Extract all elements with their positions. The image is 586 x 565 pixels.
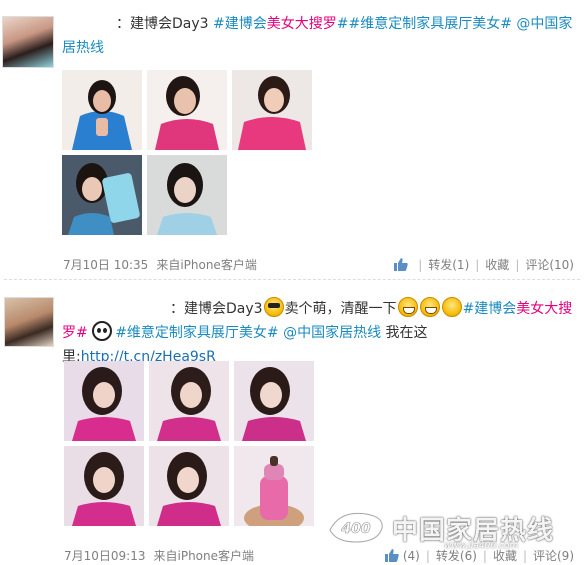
- photo-image: [64, 361, 144, 441]
- repost-button[interactable]: 转发(1): [428, 256, 469, 273]
- repost-button[interactable]: 转发(6): [436, 547, 477, 564]
- topic-tag-link[interactable]: #维意定制家具展厅美女#: [115, 325, 278, 341]
- post-text-intro: ：建博会Day3: [170, 301, 263, 317]
- action-separator: |: [515, 258, 520, 272]
- photo-thumbnail[interactable]: [62, 70, 142, 150]
- post-actions: (4) | 转发(6) | 收藏 | 评论(9): [384, 547, 574, 564]
- photo-image: [149, 361, 229, 441]
- photo-thumbnail[interactable]: [62, 155, 142, 235]
- favorite-button[interactable]: 收藏: [485, 256, 509, 273]
- panda-icon: [92, 321, 113, 341]
- photo-image: [62, 155, 142, 235]
- avatar[interactable]: [4, 297, 54, 347]
- post-date-link[interactable]: 7月10日09:13: [64, 549, 146, 563]
- photo-image: [149, 446, 229, 526]
- post-text: ：建博会Day3 #建博会美女大搜罗##维意定制家具展厅美女# @中国家居热线: [62, 12, 577, 60]
- post-text-body: 卖个萌，清醒一下: [284, 301, 397, 317]
- weibo-post-2: ：建博会Day3 卖个萌，清醒一下 #建博会美女大搜罗# #维意定制家具展厅美女# …: [0, 285, 586, 565]
- post-text-intro: ：建博会Day3: [116, 16, 214, 32]
- photo-image: [62, 70, 142, 150]
- action-separator: |: [418, 258, 423, 272]
- action-separator: |: [475, 258, 480, 272]
- photo-image: [147, 155, 227, 235]
- topic-tag-link[interactable]: #建博会: [213, 16, 267, 32]
- topic-tag-link[interactable]: #维意定制家具展厅美女#: [348, 16, 511, 32]
- photo-thumbnail[interactable]: [149, 361, 229, 441]
- weibo-post-1: ：建博会Day3 #建博会美女大搜罗##维意定制家具展厅美女# @中国家居热线 …: [0, 0, 586, 280]
- action-separator: |: [522, 549, 527, 563]
- photo-thumbnail[interactable]: [234, 361, 314, 441]
- mention-link[interactable]: @中国家居热线: [279, 325, 381, 341]
- smile-emoji-icon: [441, 297, 462, 317]
- action-separator: |: [482, 549, 487, 563]
- comment-button[interactable]: 评论(9): [533, 547, 574, 564]
- cool-emoji-icon: [263, 297, 284, 317]
- photo-image: [64, 446, 144, 526]
- post-date-link[interactable]: 7月10日 10:35: [63, 258, 148, 272]
- topic-tag-highlight[interactable]: 美女大搜罗: [267, 16, 337, 32]
- thumbs-up-icon[interactable]: [394, 258, 408, 271]
- action-separator: |: [425, 549, 430, 563]
- post-meta: 7月10日09:13 来自iPhone客户端: [64, 547, 254, 564]
- photo-image: [232, 70, 312, 150]
- photo-image: [234, 446, 314, 526]
- grin-emoji-icon: [397, 297, 418, 317]
- photo-thumbnail[interactable]: [149, 446, 229, 526]
- post-actions: | 转发(1) | 收藏 | 评论(10): [394, 256, 574, 273]
- favorite-button[interactable]: 收藏: [493, 547, 517, 564]
- topic-tag-link[interactable]: #建博会: [463, 301, 517, 317]
- photo-thumbnail[interactable]: [234, 446, 314, 526]
- avatar[interactable]: [2, 16, 54, 68]
- photo-thumbnail[interactable]: [64, 446, 144, 526]
- photo-thumbnail[interactable]: [64, 361, 144, 441]
- post-source[interactable]: 来自iPhone客户端: [154, 549, 255, 563]
- topic-tag-highlight[interactable]: 美女大: [516, 301, 558, 317]
- photo-thumbnail[interactable]: [147, 70, 227, 150]
- photo-thumbnail[interactable]: [147, 155, 227, 235]
- grin-emoji-icon: [419, 297, 440, 317]
- thumbs-up-icon[interactable]: [384, 549, 399, 562]
- photo-thumbnail[interactable]: [232, 70, 312, 150]
- photo-image: [147, 70, 227, 150]
- topic-tag-link[interactable]: #: [337, 16, 349, 32]
- photo-image: [234, 361, 314, 441]
- comment-button[interactable]: 评论(10): [525, 256, 574, 273]
- post-text: ：建博会Day3 卖个萌，清醒一下 #建博会美女大搜罗# #维意定制家具展厅美女# …: [62, 297, 577, 369]
- post-source[interactable]: 来自iPhone客户端: [156, 258, 257, 272]
- like-count[interactable]: (4): [403, 549, 420, 563]
- post-meta: 7月10日 10:35 来自iPhone客户端: [63, 256, 257, 273]
- post-divider: [4, 279, 580, 280]
